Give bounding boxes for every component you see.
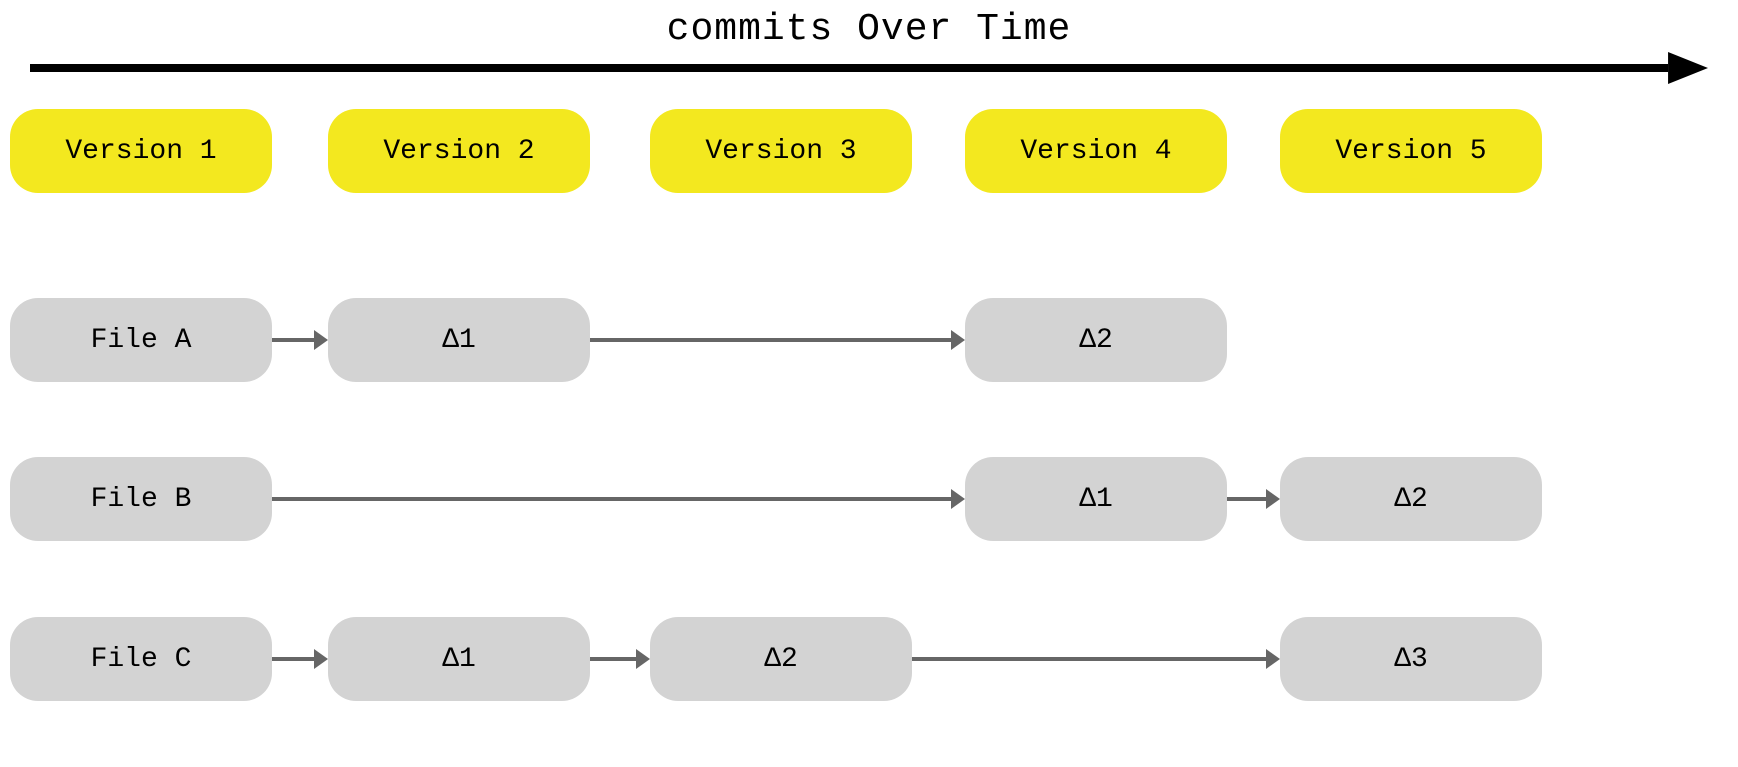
file-b-delta-1: Δ1 [965,457,1227,541]
arrow-file-c-to-delta1 [272,645,328,673]
arrow-file-b-to-delta1 [272,485,965,513]
version-pill-1: Version 1 [10,109,272,193]
arrow-file-c-delta1-to-delta2 [590,645,650,673]
file-c-label: File C [10,617,272,701]
version-pill-2: Version 2 [328,109,590,193]
arrow-file-b-delta1-to-delta2 [1227,485,1280,513]
version-pill-5: Version 5 [1280,109,1542,193]
file-c-delta-2: Δ2 [650,617,912,701]
diagram-title: commits Over Time [0,0,1738,51]
arrow-file-a-to-delta1 [272,326,328,354]
file-b-label: File B [10,457,272,541]
file-c-delta-1: Δ1 [328,617,590,701]
version-pill-4: Version 4 [965,109,1227,193]
timeline-arrow [30,48,1708,88]
file-a-label: File A [10,298,272,382]
version-pill-3: Version 3 [650,109,912,193]
arrow-file-a-delta1-to-delta2 [590,326,965,354]
file-b-delta-2: Δ2 [1280,457,1542,541]
file-a-delta-2: Δ2 [965,298,1227,382]
file-a-delta-1: Δ1 [328,298,590,382]
arrow-file-c-delta2-to-delta3 [912,645,1280,673]
file-c-delta-3: Δ3 [1280,617,1542,701]
